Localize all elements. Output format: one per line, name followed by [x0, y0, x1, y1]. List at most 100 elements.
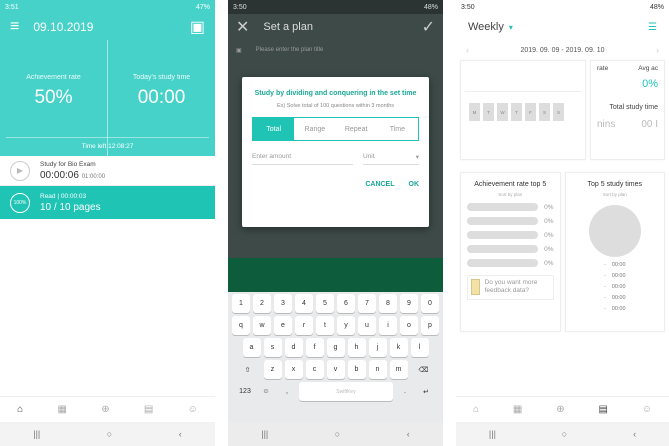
check-icon[interactable]: ✓ — [422, 17, 435, 37]
emoji-key-icon[interactable]: ☺ — [257, 382, 275, 401]
key[interactable]: w — [253, 316, 271, 335]
calendar-tab-icon[interactable]: ▦ — [513, 404, 522, 415]
comma-key[interactable]: , — [278, 382, 296, 401]
key[interactable]: 5 — [316, 294, 334, 313]
key[interactable]: 4 — [295, 294, 313, 313]
tab-repeat[interactable]: Repeat — [336, 118, 377, 140]
stats-tab-icon[interactable]: ▤ — [598, 404, 607, 415]
back-icon[interactable]: ‹ — [179, 429, 182, 439]
backspace-key-icon[interactable]: ⌫ — [411, 360, 437, 379]
key[interactable]: n — [368, 360, 387, 379]
stats-tab-icon[interactable]: ▤ — [144, 404, 153, 415]
dialog-title: Study by dividing and conquering in the … — [254, 90, 417, 97]
calendar-tab-icon[interactable]: ▦ — [57, 404, 66, 415]
home-icon[interactable]: ⌂ — [17, 404, 23, 415]
tab-time[interactable]: Time — [377, 118, 418, 140]
tab-range[interactable]: Range — [294, 118, 335, 140]
space-key[interactable]: SwiftKey — [299, 382, 393, 401]
study-time-value: 00:00 — [611, 306, 626, 312]
key[interactable]: 2 — [253, 294, 271, 313]
key[interactable]: j — [368, 338, 387, 357]
achievement-value: 0% — [544, 203, 554, 211]
recents-icon[interactable]: ||| — [261, 429, 268, 439]
calendar-icon[interactable]: ▣ — [190, 17, 205, 37]
unit-select[interactable]: Unit ▾ — [363, 153, 419, 166]
key[interactable]: k — [389, 338, 408, 357]
status-time: 3:50 — [233, 3, 247, 11]
list-icon[interactable]: ☰ — [648, 22, 657, 33]
battery-level: 47% — [195, 3, 210, 11]
period-selector[interactable]: Weekly ▾ — [468, 21, 513, 33]
key[interactable]: 8 — [379, 294, 397, 313]
feedback-prompt[interactable]: Do you want more feedback data? — [467, 275, 554, 300]
cancel-button[interactable]: CANCEL — [365, 181, 394, 188]
key[interactable]: f — [305, 338, 324, 357]
enter-key-icon[interactable]: ↵ — [417, 382, 435, 401]
sort-label[interactable]: Sort by plan — [572, 192, 659, 197]
add-plan-icon[interactable]: ⊕ — [101, 404, 109, 415]
key[interactable]: u — [358, 316, 376, 335]
sort-label[interactable]: Sort by plan — [467, 192, 554, 197]
recents-icon[interactable]: ||| — [489, 429, 496, 439]
keyboard-row-space: 123 ☺ , SwiftKey . ↵ — [230, 382, 441, 401]
weekday-cell: S — [539, 103, 550, 121]
key[interactable]: q — [232, 316, 250, 335]
plan-progress: 10 / 10 pages — [40, 201, 101, 213]
friends-tab-icon[interactable]: ☺ — [188, 404, 198, 415]
key[interactable]: t — [316, 316, 334, 335]
key[interactable]: b — [347, 360, 366, 379]
chevron-right-icon[interactable]: › — [656, 45, 659, 55]
filter-icon[interactable]: ≡ — [10, 18, 19, 36]
key[interactable]: r — [295, 316, 313, 335]
key[interactable]: g — [326, 338, 345, 357]
key[interactable]: m — [389, 360, 408, 379]
key[interactable]: y — [337, 316, 355, 335]
key[interactable]: s — [263, 338, 282, 357]
plan-title-row[interactable]: ▣ Please enter the plan title — [228, 40, 443, 60]
key[interactable]: x — [284, 360, 303, 379]
key[interactable]: z — [263, 360, 282, 379]
weekday-cell: F — [525, 103, 536, 121]
achievement-value: 0% — [544, 245, 554, 253]
recents-icon[interactable]: ||| — [33, 429, 40, 439]
key[interactable]: p — [421, 316, 439, 335]
ok-button[interactable]: OK — [409, 181, 420, 188]
key[interactable]: o — [400, 316, 418, 335]
symbols-key[interactable]: 123 — [236, 382, 254, 401]
key[interactable]: c — [305, 360, 324, 379]
key[interactable]: h — [347, 338, 366, 357]
key[interactable]: a — [242, 338, 261, 357]
key[interactable]: e — [274, 316, 292, 335]
home-circle-icon[interactable]: ○ — [562, 429, 567, 439]
key[interactable]: 9 — [400, 294, 418, 313]
key[interactable]: i — [379, 316, 397, 335]
key[interactable]: d — [284, 338, 303, 357]
weekday-cell: T — [483, 103, 494, 121]
key[interactable]: 7 — [358, 294, 376, 313]
key[interactable]: 3 — [274, 294, 292, 313]
back-icon[interactable]: ‹ — [407, 429, 410, 439]
play-icon[interactable]: ▶ — [10, 160, 30, 181]
home-circle-icon[interactable]: ○ — [107, 429, 112, 439]
status-bar: 3:50 48% — [228, 0, 443, 14]
friends-tab-icon[interactable]: ☺ — [642, 404, 652, 415]
add-plan-icon[interactable]: ⊕ — [556, 404, 564, 415]
plan-item-read[interactable]: 100% Read | 00:00:03 10 / 10 pages — [0, 186, 215, 219]
key[interactable]: 6 — [337, 294, 355, 313]
plan-item-bio-exam[interactable]: ▶ Study for Bio Exam 00:00:06 01:00:00 — [0, 156, 215, 186]
home-icon[interactable]: ⌂ — [473, 404, 479, 415]
chevron-left-icon[interactable]: ‹ — [466, 45, 469, 55]
rate-label: rate — [597, 65, 609, 72]
period-key[interactable]: . — [396, 382, 414, 401]
close-icon[interactable]: ✕ — [236, 17, 249, 37]
key[interactable]: 0 — [421, 294, 439, 313]
key[interactable]: l — [410, 338, 429, 357]
shift-key-icon[interactable]: ⇧ — [235, 360, 261, 379]
back-icon[interactable]: ‹ — [633, 429, 636, 439]
key[interactable]: v — [326, 360, 345, 379]
tab-total[interactable]: Total — [253, 118, 295, 141]
amount-input[interactable]: Enter amount — [252, 153, 353, 166]
weekly-chart-card: MTWTFSS — [460, 60, 586, 160]
home-circle-icon[interactable]: ○ — [335, 429, 340, 439]
key[interactable]: 1 — [232, 294, 250, 313]
